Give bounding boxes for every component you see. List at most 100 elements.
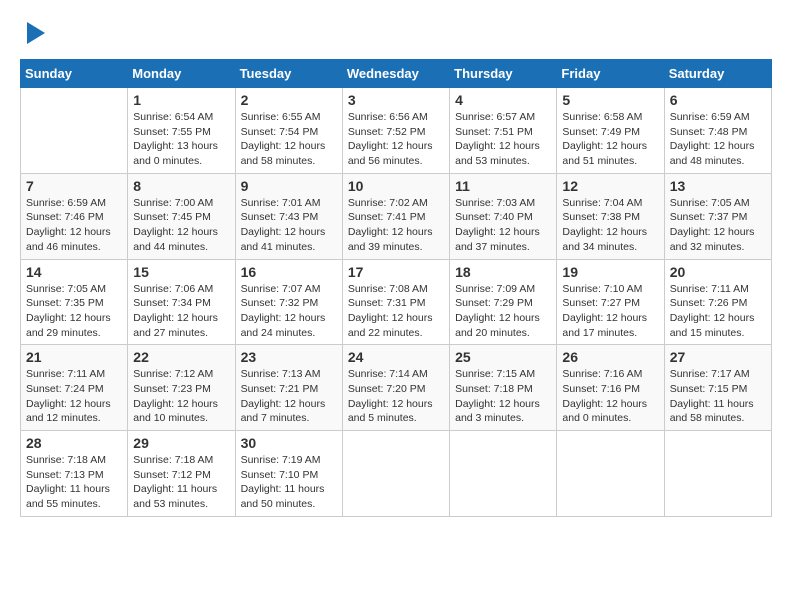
- day-info: Sunrise: 6:59 AM Sunset: 7:48 PM Dayligh…: [670, 110, 766, 169]
- day-info: Sunrise: 7:14 AM Sunset: 7:20 PM Dayligh…: [348, 367, 444, 426]
- header-cell-friday: Friday: [557, 60, 664, 88]
- calendar-cell: 17Sunrise: 7:08 AM Sunset: 7:31 PM Dayli…: [342, 259, 449, 345]
- calendar-header: SundayMondayTuesdayWednesdayThursdayFrid…: [21, 60, 772, 88]
- week-row-3: 14Sunrise: 7:05 AM Sunset: 7:35 PM Dayli…: [21, 259, 772, 345]
- day-info: Sunrise: 7:11 AM Sunset: 7:24 PM Dayligh…: [26, 367, 122, 426]
- day-number: 26: [562, 349, 658, 365]
- day-number: 21: [26, 349, 122, 365]
- day-info: Sunrise: 7:16 AM Sunset: 7:16 PM Dayligh…: [562, 367, 658, 426]
- calendar-cell: [342, 431, 449, 517]
- day-info: Sunrise: 7:10 AM Sunset: 7:27 PM Dayligh…: [562, 282, 658, 341]
- day-info: Sunrise: 6:56 AM Sunset: 7:52 PM Dayligh…: [348, 110, 444, 169]
- calendar-cell: [664, 431, 771, 517]
- header-cell-saturday: Saturday: [664, 60, 771, 88]
- calendar-cell: 29 Sunrise: 7:18 AM Sunset: 7:12 PM Dayli…: [128, 431, 235, 517]
- day-number: 7: [26, 178, 122, 194]
- calendar-cell: 6 Sunrise: 6:59 AM Sunset: 7:48 PM Daylig…: [664, 88, 771, 174]
- calendar-cell: 22 Sunrise: 7:12 AM Sunset: 7:23 PM Dayli…: [128, 345, 235, 431]
- day-info: Sunrise: 7:15 AM Sunset: 7:18 PM Dayligh…: [455, 367, 551, 426]
- calendar-cell: [557, 431, 664, 517]
- day-info: Sunrise: 6:58 AM Sunset: 7:49 PM Dayligh…: [562, 110, 658, 169]
- day-info: Sunrise: 7:02 AM Sunset: 7:41 PM Dayligh…: [348, 196, 444, 255]
- day-info: Sunrise: 7:13 AM Sunset: 7:21 PM Dayligh…: [241, 367, 337, 426]
- day-number: 28: [26, 435, 122, 451]
- day-info: Sunrise: 6:55 AM Sunset: 7:54 PM Dayligh…: [241, 110, 337, 169]
- day-info: Sunrise: 7:17 AM Sunset: 7:15 PM Dayligh…: [670, 367, 766, 426]
- day-info: Sunrise: 7:04 AM Sunset: 7:38 PM Dayligh…: [562, 196, 658, 255]
- header-row: SundayMondayTuesdayWednesdayThursdayFrid…: [21, 60, 772, 88]
- day-number: 1: [133, 92, 229, 108]
- logo-arrow-icon: [27, 22, 45, 44]
- day-number: 10: [348, 178, 444, 194]
- day-info: Sunrise: 7:00 AM Sunset: 7:45 PM Dayligh…: [133, 196, 229, 255]
- day-info: Sunrise: 7:18 AM Sunset: 7:13 PM Dayligh…: [26, 453, 122, 512]
- day-info: Sunrise: 7:09 AM Sunset: 7:29 PM Dayligh…: [455, 282, 551, 341]
- day-info: Sunrise: 7:18 AM Sunset: 7:12 PM Dayligh…: [133, 453, 229, 512]
- calendar-cell: 5Sunrise: 6:58 AM Sunset: 7:49 PM Daylig…: [557, 88, 664, 174]
- day-number: 30: [241, 435, 337, 451]
- calendar-cell: 15 Sunrise: 7:06 AM Sunset: 7:34 PM Dayli…: [128, 259, 235, 345]
- day-info: Sunrise: 7:12 AM Sunset: 7:23 PM Dayligh…: [133, 367, 229, 426]
- calendar-cell: 27 Sunrise: 7:17 AM Sunset: 7:15 PM Dayli…: [664, 345, 771, 431]
- calendar-cell: 13 Sunrise: 7:05 AM Sunset: 7:37 PM Dayli…: [664, 173, 771, 259]
- calendar-cell: [21, 88, 128, 174]
- day-info: Sunrise: 7:06 AM Sunset: 7:34 PM Dayligh…: [133, 282, 229, 341]
- calendar-cell: 8 Sunrise: 7:00 AM Sunset: 7:45 PM Daylig…: [128, 173, 235, 259]
- day-info: Sunrise: 7:07 AM Sunset: 7:32 PM Dayligh…: [241, 282, 337, 341]
- logo: [20, 20, 45, 49]
- day-number: 8: [133, 178, 229, 194]
- day-info: Sunrise: 7:19 AM Sunset: 7:10 PM Dayligh…: [241, 453, 337, 512]
- day-number: 3: [348, 92, 444, 108]
- calendar-cell: 24 Sunrise: 7:14 AM Sunset: 7:20 PM Dayli…: [342, 345, 449, 431]
- calendar-cell: 11 Sunrise: 7:03 AM Sunset: 7:40 PM Dayli…: [450, 173, 557, 259]
- day-number: 18: [455, 264, 551, 280]
- day-number: 4: [455, 92, 551, 108]
- day-number: 12: [562, 178, 658, 194]
- day-number: 22: [133, 349, 229, 365]
- calendar-cell: 14Sunrise: 7:05 AM Sunset: 7:35 PM Dayli…: [21, 259, 128, 345]
- day-number: 11: [455, 178, 551, 194]
- week-row-2: 7 Sunrise: 6:59 AM Sunset: 7:46 PM Daylig…: [21, 173, 772, 259]
- calendar-cell: 9Sunrise: 7:01 AM Sunset: 7:43 PM Daylig…: [235, 173, 342, 259]
- calendar-cell: 26 Sunrise: 7:16 AM Sunset: 7:16 PM Dayli…: [557, 345, 664, 431]
- calendar-cell: 1 Sunrise: 6:54 AM Sunset: 7:55 PM Daylig…: [128, 88, 235, 174]
- week-row-5: 28 Sunrise: 7:18 AM Sunset: 7:13 PM Dayli…: [21, 431, 772, 517]
- day-info: Sunrise: 7:01 AM Sunset: 7:43 PM Dayligh…: [241, 196, 337, 255]
- calendar-cell: 10 Sunrise: 7:02 AM Sunset: 7:41 PM Dayli…: [342, 173, 449, 259]
- day-info: Sunrise: 7:11 AM Sunset: 7:26 PM Dayligh…: [670, 282, 766, 341]
- day-info: Sunrise: 7:03 AM Sunset: 7:40 PM Dayligh…: [455, 196, 551, 255]
- week-row-4: 21 Sunrise: 7:11 AM Sunset: 7:24 PM Dayli…: [21, 345, 772, 431]
- day-number: 13: [670, 178, 766, 194]
- week-row-1: 1 Sunrise: 6:54 AM Sunset: 7:55 PM Daylig…: [21, 88, 772, 174]
- header-cell-monday: Monday: [128, 60, 235, 88]
- day-number: 25: [455, 349, 551, 365]
- calendar-cell: [450, 431, 557, 517]
- header-cell-thursday: Thursday: [450, 60, 557, 88]
- header-cell-sunday: Sunday: [21, 60, 128, 88]
- calendar-body: 1 Sunrise: 6:54 AM Sunset: 7:55 PM Daylig…: [21, 88, 772, 517]
- day-info: Sunrise: 7:05 AM Sunset: 7:35 PM Dayligh…: [26, 282, 122, 341]
- calendar-cell: 19Sunrise: 7:10 AM Sunset: 7:27 PM Dayli…: [557, 259, 664, 345]
- day-number: 6: [670, 92, 766, 108]
- calendar-table: SundayMondayTuesdayWednesdayThursdayFrid…: [20, 59, 772, 517]
- day-info: Sunrise: 6:59 AM Sunset: 7:46 PM Dayligh…: [26, 196, 122, 255]
- day-number: 17: [348, 264, 444, 280]
- day-info: Sunrise: 7:05 AM Sunset: 7:37 PM Dayligh…: [670, 196, 766, 255]
- day-number: 2: [241, 92, 337, 108]
- day-number: 23: [241, 349, 337, 365]
- calendar-cell: 16Sunrise: 7:07 AM Sunset: 7:32 PM Dayli…: [235, 259, 342, 345]
- header-cell-wednesday: Wednesday: [342, 60, 449, 88]
- calendar-cell: 12 Sunrise: 7:04 AM Sunset: 7:38 PM Dayli…: [557, 173, 664, 259]
- calendar-cell: 20Sunrise: 7:11 AM Sunset: 7:26 PM Dayli…: [664, 259, 771, 345]
- calendar-cell: 25 Sunrise: 7:15 AM Sunset: 7:18 PM Dayli…: [450, 345, 557, 431]
- calendar-cell: 3 Sunrise: 6:56 AM Sunset: 7:52 PM Daylig…: [342, 88, 449, 174]
- day-number: 15: [133, 264, 229, 280]
- day-info: Sunrise: 6:54 AM Sunset: 7:55 PM Dayligh…: [133, 110, 229, 169]
- day-number: 29: [133, 435, 229, 451]
- header-cell-tuesday: Tuesday: [235, 60, 342, 88]
- calendar-cell: 21 Sunrise: 7:11 AM Sunset: 7:24 PM Dayli…: [21, 345, 128, 431]
- day-info: Sunrise: 6:57 AM Sunset: 7:51 PM Dayligh…: [455, 110, 551, 169]
- day-number: 27: [670, 349, 766, 365]
- calendar-cell: 30 Sunrise: 7:19 AM Sunset: 7:10 PM Dayli…: [235, 431, 342, 517]
- day-number: 24: [348, 349, 444, 365]
